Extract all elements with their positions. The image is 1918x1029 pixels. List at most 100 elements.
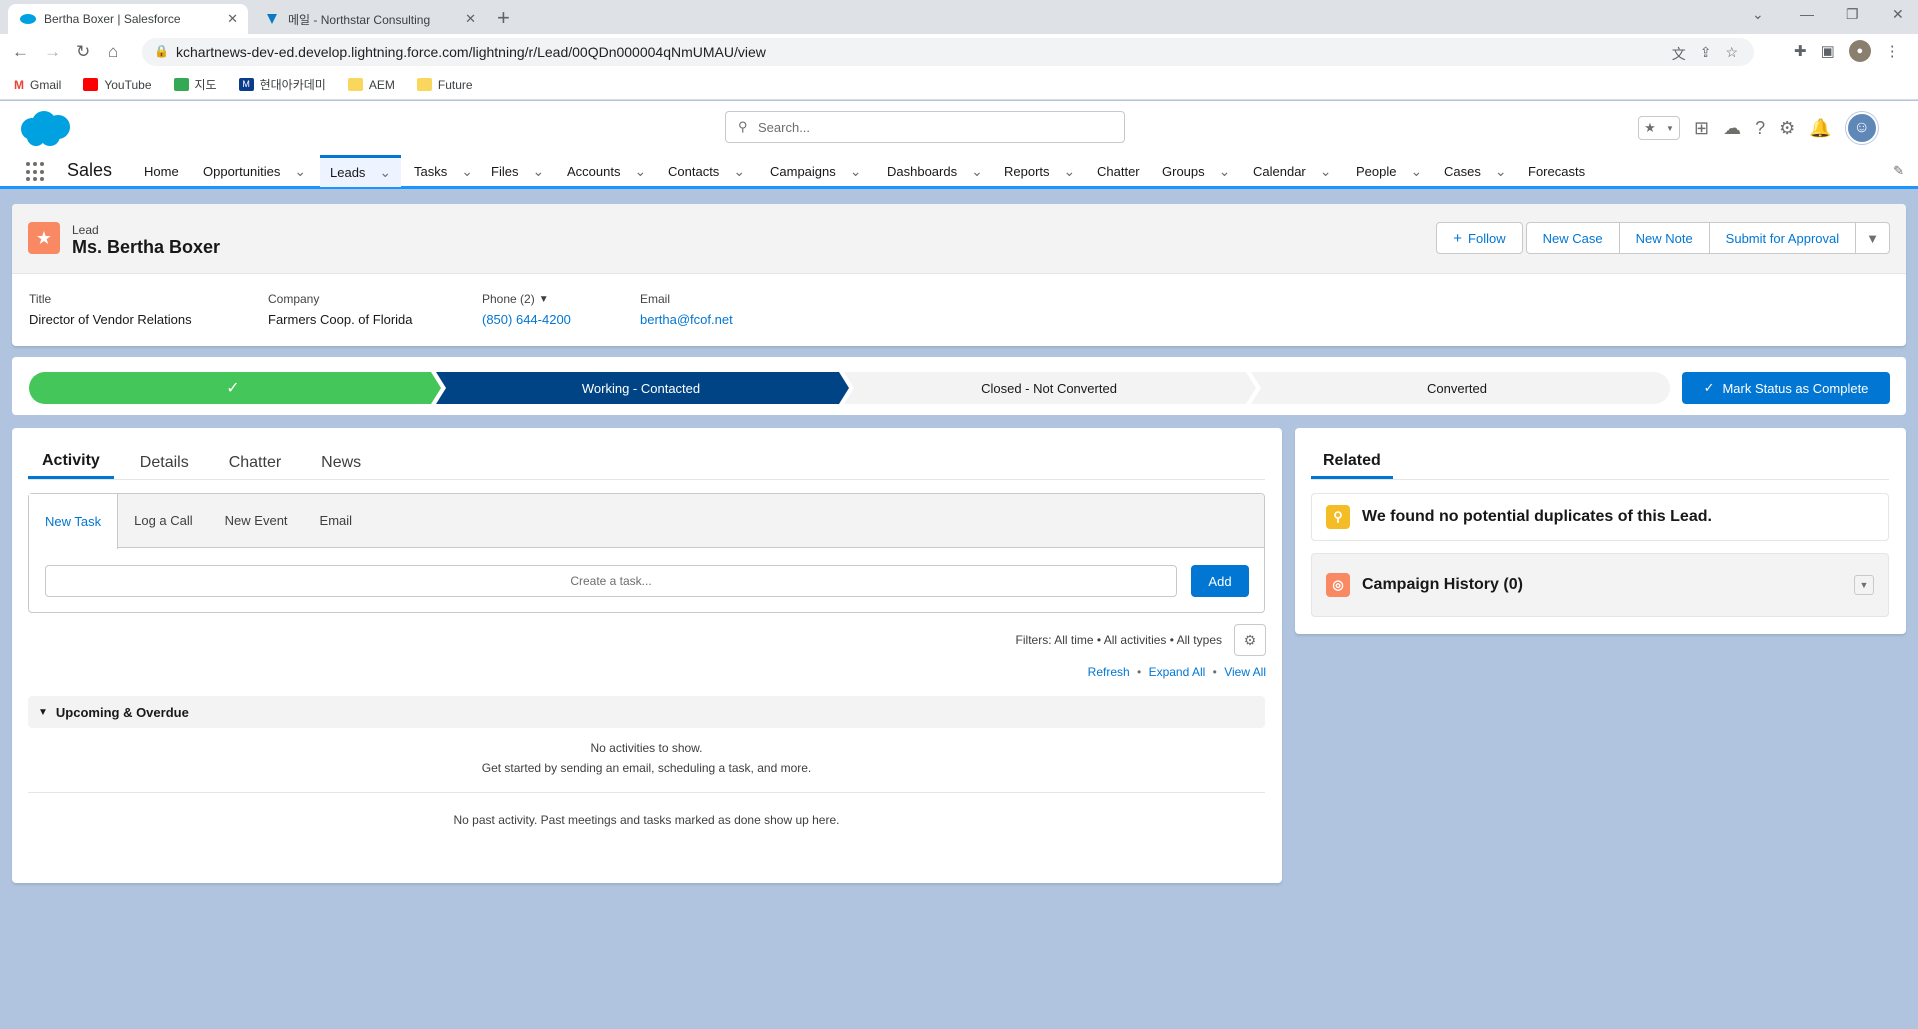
chevron-down-icon[interactable]: ⌄ — [294, 163, 306, 180]
chevron-down-icon[interactable]: ⌄ — [850, 163, 862, 180]
tab-news[interactable]: News — [307, 446, 375, 479]
email-link[interactable]: bertha@fcof.net — [640, 312, 733, 327]
follow-button[interactable]: + Follow — [1436, 222, 1523, 254]
edit-nav-pencil-icon[interactable]: ✎ — [1893, 163, 1904, 179]
tab-activity[interactable]: Activity — [28, 446, 114, 479]
campaign-history-card[interactable]: ◎ Campaign History (0) ▼ — [1311, 553, 1889, 617]
composer-tab-log-call[interactable]: Log a Call — [118, 494, 209, 547]
help-icon[interactable]: ? — [1755, 118, 1765, 139]
chevron-down-icon[interactable]: ⌄ — [1495, 163, 1507, 180]
chevron-down-icon[interactable]: ⌄ — [379, 164, 391, 181]
nav-item-reports[interactable]: Reports ⌄ — [994, 155, 1085, 187]
home-icon[interactable]: ⌂ — [108, 42, 118, 62]
timeline-settings-gear-icon[interactable]: ⚙ — [1234, 624, 1266, 656]
favorites-button[interactable]: ★ ▼ — [1638, 116, 1680, 140]
tab-details[interactable]: Details — [126, 446, 203, 479]
create-task-input[interactable]: Create a task... — [45, 565, 1177, 597]
path-stage-completed[interactable]: ✓ — [29, 372, 437, 404]
setup-gear-icon[interactable]: ⚙ — [1779, 118, 1795, 139]
bookmark-folder-future[interactable]: Future — [416, 78, 473, 92]
chevron-down-icon[interactable]: ⌄ — [1320, 163, 1332, 180]
nav-item-files[interactable]: Files ⌄ — [481, 155, 554, 187]
bookmark-youtube[interactable]: YouTube — [83, 78, 152, 92]
chevron-down-icon[interactable]: ⌄ — [532, 163, 544, 180]
composer-tab-new-task[interactable]: New Task — [29, 494, 119, 549]
restore-icon[interactable]: ❐ — [1846, 6, 1859, 23]
bookmark-gmail[interactable]: M Gmail — [14, 78, 61, 92]
tab-search-icon[interactable]: ⌄ — [1752, 6, 1764, 23]
add-task-button[interactable]: Add — [1191, 565, 1249, 597]
global-create-icon[interactable]: ⊞ — [1694, 118, 1709, 139]
side-panel-icon[interactable]: ▣ — [1821, 42, 1835, 60]
salesforce-logo[interactable] — [16, 109, 74, 152]
nav-item-leads[interactable]: Leads ⌄ — [320, 155, 402, 187]
chevron-down-icon[interactable]: ⌄ — [461, 163, 473, 180]
new-note-button[interactable]: New Note — [1618, 222, 1710, 254]
back-icon[interactable]: ← — [12, 42, 29, 62]
tab-chatter[interactable]: Chatter — [215, 446, 295, 479]
tab-related[interactable]: Related — [1311, 446, 1393, 479]
more-actions-button[interactable]: ▼ — [1855, 222, 1890, 254]
path-stage-current[interactable]: Working - Contacted — [437, 372, 845, 404]
trailhead-icon[interactable]: ☁ — [1723, 118, 1741, 139]
nav-item-tasks[interactable]: Tasks ⌄ — [404, 155, 483, 187]
phone-dropdown-icon[interactable]: ▼ — [539, 294, 549, 305]
notifications-bell-icon[interactable]: 🔔 — [1809, 118, 1831, 139]
bookmark-academy[interactable]: M 현대아카데미 — [238, 76, 326, 93]
chevron-down-icon[interactable]: ⌄ — [971, 163, 983, 180]
chevron-down-icon[interactable]: ⌄ — [634, 163, 646, 180]
nav-item-groups[interactable]: Groups ⌄ — [1152, 155, 1240, 187]
new-tab-button[interactable]: + — [497, 5, 510, 31]
app-launcher-icon[interactable] — [26, 162, 46, 182]
chevron-down-icon[interactable]: ⌄ — [1410, 163, 1422, 180]
nav-item-dashboards[interactable]: Dashboards ⌄ — [877, 155, 993, 187]
path-stage-closed[interactable]: Closed - Not Converted — [845, 372, 1253, 404]
global-search-input[interactable]: ⚲ Search... — [725, 111, 1125, 143]
submit-for-approval-button[interactable]: Submit for Approval — [1708, 222, 1857, 254]
extensions-icon[interactable]: ✚ — [1794, 42, 1807, 60]
nav-item-forecasts[interactable]: Forecasts — [1518, 155, 1595, 187]
forward-icon[interactable]: → — [44, 42, 61, 62]
close-window-icon[interactable]: ✕ — [1892, 6, 1904, 23]
browser-tab-mail[interactable]: 메일 - Northstar Consulting ✕ — [252, 4, 486, 34]
lock-icon[interactable]: 🔒 — [154, 44, 169, 58]
bookmark-folder-aem[interactable]: AEM — [347, 78, 395, 92]
nav-item-cases[interactable]: Cases ⌄ — [1434, 155, 1517, 187]
reload-icon[interactable]: ↻ — [76, 42, 90, 62]
url-input[interactable]: 🔒 kchartnews-dev-ed.develop.lightning.fo… — [142, 38, 1754, 66]
bookmark-star-icon[interactable]: ☆ — [1725, 44, 1738, 64]
expand-all-link[interactable]: Expand All — [1149, 665, 1206, 679]
upcoming-overdue-section[interactable]: ▼ Upcoming & Overdue — [28, 696, 1265, 728]
chevron-down-icon[interactable]: ⌄ — [733, 163, 745, 180]
minimize-icon[interactable]: — — [1800, 6, 1814, 22]
translate-icon[interactable]: 文 — [1672, 44, 1686, 64]
mark-status-complete-button[interactable]: ✓ Mark Status as Complete — [1682, 372, 1890, 404]
bookmark-maps[interactable]: 지도 — [173, 76, 217, 93]
browser-tab-salesforce[interactable]: Bertha Boxer | Salesforce ✕ — [8, 4, 248, 34]
nav-item-chatter[interactable]: Chatter — [1087, 155, 1150, 187]
close-tab-icon[interactable]: ✕ — [465, 11, 476, 27]
nav-item-home[interactable]: Home — [134, 155, 189, 187]
close-tab-icon[interactable]: ✕ — [227, 11, 238, 27]
nav-item-accounts[interactable]: Accounts ⌄ — [557, 155, 656, 187]
related-list-dropdown-icon[interactable]: ▼ — [1854, 575, 1874, 595]
nav-item-opportunities[interactable]: Opportunities ⌄ — [193, 155, 316, 187]
path-stage-converted[interactable]: Converted — [1253, 372, 1661, 404]
activity-filters-text[interactable]: Filters: All time • All activities • All… — [1016, 633, 1222, 647]
user-avatar[interactable]: ☺ — [1845, 112, 1878, 144]
composer-tab-email[interactable]: Email — [304, 494, 369, 547]
nav-item-campaigns[interactable]: Campaigns ⌄ — [760, 155, 872, 187]
new-case-button[interactable]: New Case — [1525, 222, 1620, 254]
nav-item-calendar[interactable]: Calendar ⌄ — [1243, 155, 1342, 187]
nav-item-people[interactable]: People ⌄ — [1346, 155, 1432, 187]
composer-tab-new-event[interactable]: New Event — [209, 494, 304, 547]
share-icon[interactable]: ⇪ — [1700, 44, 1712, 64]
view-all-link[interactable]: View All — [1224, 665, 1266, 679]
profile-avatar[interactable]: ● — [1848, 40, 1871, 62]
nav-item-contacts[interactable]: Contacts ⌄ — [658, 155, 755, 187]
chevron-down-icon[interactable]: ⌄ — [1219, 163, 1231, 180]
phone-link[interactable]: (850) 644-4200 — [482, 312, 571, 327]
browser-menu-icon[interactable]: ⋮ — [1885, 42, 1900, 60]
chevron-down-icon[interactable]: ⌄ — [1064, 163, 1076, 180]
refresh-link[interactable]: Refresh — [1088, 665, 1130, 679]
